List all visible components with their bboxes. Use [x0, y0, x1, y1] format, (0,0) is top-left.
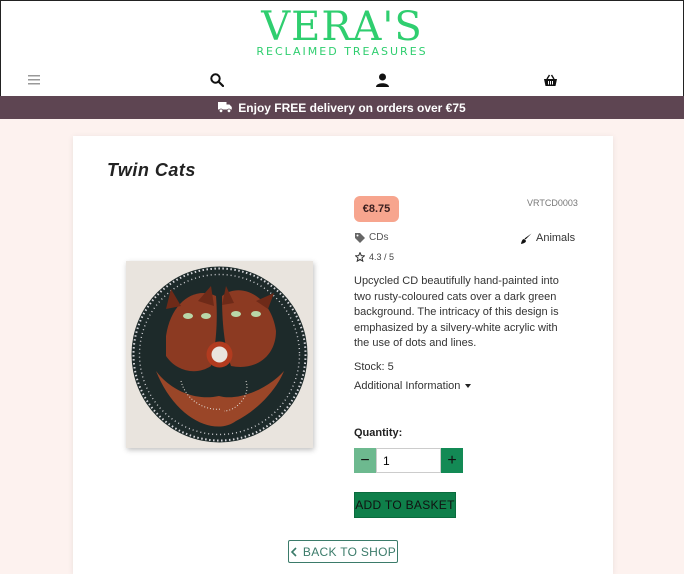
back-to-shop-button[interactable]: BACK TO SHOP	[288, 540, 398, 563]
hamburger-icon[interactable]	[24, 71, 44, 89]
quantity-label: Quantity:	[354, 427, 403, 439]
quantity-input[interactable]	[376, 448, 441, 473]
search-icon[interactable]	[207, 71, 227, 89]
additional-info-label: Additional Information	[354, 380, 461, 392]
quantity-increment-button[interactable]: +	[441, 448, 463, 473]
star-icon	[355, 252, 365, 262]
tag-label: Animals	[536, 232, 576, 244]
product-rating: 4.3 / 5	[355, 252, 394, 262]
basket-icon[interactable]	[540, 71, 560, 89]
promo-banner: Enjoy FREE delivery on orders over €75	[0, 96, 684, 119]
add-to-basket-button[interactable]: ADD TO BASKET	[354, 492, 456, 518]
product-title: Twin Cats	[107, 160, 196, 180]
brand-logo[interactable]: VERA'S	[1, 7, 683, 47]
user-icon[interactable]	[372, 71, 392, 89]
category-label: CDs	[369, 232, 389, 243]
product-category[interactable]: CDs	[355, 232, 388, 243]
product-tag[interactable]: Animals	[521, 232, 575, 244]
product-image[interactable]	[126, 261, 313, 448]
promo-text: Enjoy FREE delivery on orders over €75	[238, 100, 466, 115]
tag-icon	[355, 232, 365, 243]
paintbrush-icon	[521, 233, 532, 244]
brand-tagline: RECLAIMED TREASURES	[256, 45, 428, 58]
caret-down-icon	[465, 384, 472, 388]
chevron-left-icon	[290, 546, 297, 557]
site-header: VERA'S RECLAIMED TREASURES	[0, 0, 684, 96]
additional-info-toggle[interactable]: Additional Information	[354, 380, 472, 392]
quantity-decrement-button[interactable]: −	[354, 448, 376, 473]
product-sku: VRTCD0003	[527, 198, 578, 208]
stock-count: Stock: 5	[354, 361, 394, 373]
back-to-shop-label: BACK TO SHOP	[302, 544, 397, 559]
price-badge: €8.75	[354, 196, 399, 222]
product-description: Upcycled CD beautifully hand-painted int…	[354, 275, 559, 349]
rating-value: 4.3 / 5	[369, 252, 395, 262]
truck-icon	[218, 102, 233, 113]
